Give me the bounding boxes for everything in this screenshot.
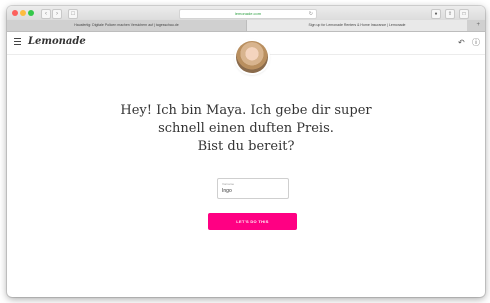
reload-icon[interactable]: ↻ — [309, 10, 313, 18]
headline-line: Hey! Ich bin Maya. Ich gebe dir super — [120, 103, 372, 118]
lets-do-this-button[interactable]: LET'S DO THIS — [208, 213, 297, 230]
hamburger-icon[interactable] — [14, 38, 21, 47]
avatar — [236, 41, 268, 73]
headline-line: Bist du bereit? — [197, 139, 295, 154]
chevron-right-icon[interactable]: › — [52, 9, 62, 19]
address-bar[interactable]: lemonade.com ↻ — [179, 9, 317, 19]
tabs-icon[interactable]: □ — [459, 9, 469, 19]
first-name-label: Vorname — [222, 182, 235, 186]
undo-icon[interactable]: ↶ — [458, 38, 465, 48]
plus-icon[interactable]: + — [476, 20, 480, 31]
chevron-left-icon[interactable]: ‹ — [41, 9, 51, 19]
tab-lemonade[interactable]: Sign up for Lemonade Renters & Home Insu… — [247, 20, 467, 31]
maximize-window-button[interactable] — [28, 10, 34, 16]
tab-tagesschau[interactable]: Hausfertig: Digitale Policen machen Vers… — [7, 20, 247, 31]
shield-icon[interactable]: ● — [431, 9, 441, 19]
first-name-value[interactable]: Ingo — [222, 188, 232, 194]
headline-line: schnell einen duften Preis. — [158, 121, 334, 136]
close-window-button[interactable] — [12, 10, 18, 16]
minimize-window-button[interactable] — [20, 10, 26, 16]
first-name-field[interactable]: Vorname Ingo — [217, 178, 289, 199]
page-title: Hey! Ich bin Maya. Ich gebe dir super sc… — [96, 102, 396, 156]
title-bar: ‹ › □ lemonade.com ↻ ● ⇧ □ — [7, 6, 485, 20]
browser-window: ‹ › □ lemonade.com ↻ ● ⇧ □ Hausfertig: D… — [7, 6, 485, 297]
tab-bar: Hausfertig: Digitale Policen machen Vers… — [7, 20, 485, 32]
address-url: lemonade.com — [234, 11, 262, 16]
share-icon[interactable]: ⇧ — [445, 9, 455, 19]
sidebar-icon[interactable]: □ — [68, 9, 78, 19]
help-icon[interactable]: ⓘ — [472, 38, 480, 48]
lemonade-logo[interactable]: Lemonade — [28, 36, 86, 47]
